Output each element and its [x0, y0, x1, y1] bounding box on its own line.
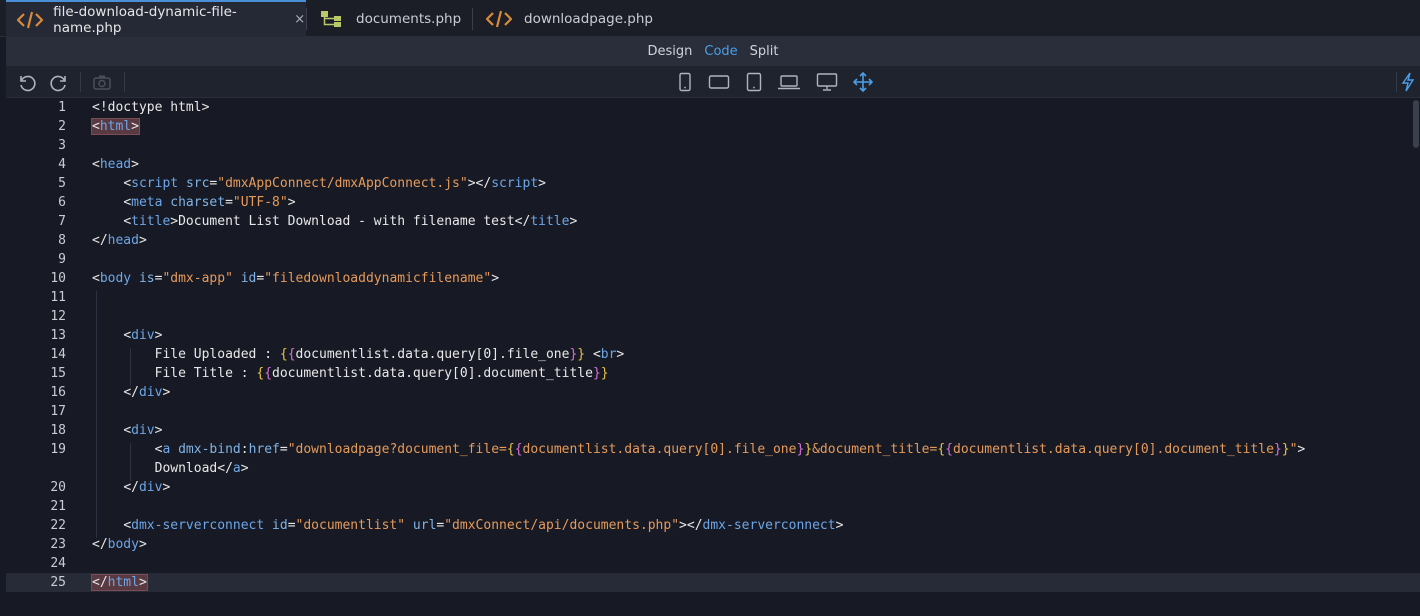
attr-value: "documentlist" — [295, 518, 406, 533]
matched-tag: <html> — [91, 118, 140, 135]
expression: documentlist.data.query[0].document_titl… — [953, 442, 1274, 457]
attr-value: &document_title= — [812, 442, 938, 457]
attr-value: "downloadpage?document_file= — [287, 442, 507, 457]
code-line: File Uploaded : {{documentlist.data.quer… — [154, 347, 625, 362]
expression: documentlist.data.query[0].file_one — [295, 347, 570, 362]
code-line: <meta charset="UTF-8"> — [123, 195, 296, 210]
code-line: <body is="dmx-app" id="filedownloaddynam… — [92, 271, 500, 286]
line-number: 20 — [50, 480, 66, 495]
tab-label: file-download-dynamic-file-name.php — [53, 3, 237, 36]
attr-value: "dmx-app" — [162, 271, 233, 286]
undo-icon[interactable] — [14, 71, 38, 93]
tablet-landscape-icon[interactable] — [707, 71, 731, 93]
line-number: 6 — [58, 195, 66, 210]
line-number: 14 — [50, 347, 66, 362]
toolbar-divider — [124, 72, 125, 92]
tab-label: documents.php — [356, 10, 462, 27]
code-line: <dmx-serverconnect id="documentlist" url… — [123, 518, 844, 533]
desktop-icon[interactable] — [815, 71, 839, 93]
code-line: <a dmx-bind:href="downloadpage?document_… — [154, 442, 1306, 457]
line-number: 15 — [50, 366, 66, 381]
line-number: 19 — [50, 442, 66, 457]
line-number: 23 — [50, 537, 66, 552]
attr-value: "UTF-8" — [232, 195, 288, 210]
phone-portrait-icon[interactable] — [673, 71, 697, 93]
line-number: 4 — [58, 157, 66, 172]
mode-split[interactable]: Split — [750, 44, 779, 59]
code-line: </div> — [123, 480, 171, 495]
code-line: <script src="dmxAppConnect/dmxAppConnect… — [123, 176, 546, 191]
scrollbar-thumb[interactable] — [1413, 100, 1419, 148]
code-line: Download</a> — [154, 461, 249, 476]
line-number: 3 — [58, 138, 66, 153]
expression: documentlist.data.query[0].document_titl… — [272, 366, 593, 381]
code-line: <head> — [92, 157, 139, 172]
move-arrows-icon[interactable] — [851, 71, 875, 93]
line-number: 11 — [50, 290, 66, 305]
line-number: 8 — [58, 233, 66, 248]
line-number: 12 — [50, 309, 66, 324]
lightning-icon[interactable] — [1400, 71, 1416, 93]
attr-value: "dmxAppConnect/dmxAppConnect.js" — [217, 176, 468, 191]
camera-icon[interactable] — [90, 71, 114, 93]
tab-divider — [306, 8, 307, 30]
line-number: 9 — [58, 252, 66, 267]
code-line: <!doctype html> — [92, 98, 209, 117]
matched-tag: </html> — [91, 574, 148, 591]
code-line: File Title : {{documentlist.data.query[0… — [154, 366, 609, 381]
text-node: File Uploaded : — [154, 347, 280, 362]
tablet-portrait-icon[interactable] — [742, 71, 766, 93]
line-number: 1 — [58, 100, 66, 115]
line-number: 5 — [58, 176, 66, 191]
attr-value: "dmxConnect/api/documents.php" — [444, 518, 680, 533]
mode-code[interactable]: Code — [704, 44, 737, 59]
line-number: 25 — [50, 575, 66, 590]
close-icon[interactable]: × — [293, 12, 306, 27]
line-number: 13 — [50, 328, 66, 343]
line-number: 16 — [50, 385, 66, 400]
doctype: <!doctype html> — [92, 100, 210, 115]
tab-downloadpage[interactable]: downloadpage.php — [478, 0, 658, 37]
code-line: </head> — [92, 233, 147, 248]
code-line: <html> — [91, 117, 140, 136]
code-icon — [16, 10, 43, 30]
tab-documents[interactable]: documents.php — [310, 0, 470, 37]
line-number: 10 — [50, 271, 66, 286]
editor-toolbar — [6, 66, 1420, 98]
link-text: Download — [154, 461, 218, 476]
tab-label: downloadpage.php — [524, 10, 653, 27]
expression: documentlist.data.query[0].file_one — [522, 442, 797, 457]
toolbar-divider — [1396, 72, 1397, 92]
code-icon — [484, 9, 514, 29]
code-line: </body> — [92, 537, 147, 552]
tab-file-download-dynamic-file-name[interactable]: file-download-dynamic-file-name.php × — [6, 0, 306, 37]
line-number: 22 — [50, 518, 66, 533]
code-editor[interactable]: 1 2 3 4 5 6 7 8 9 10 11 12 13 14 15 16 1… — [6, 98, 1420, 616]
sitemap-icon — [316, 9, 346, 29]
redo-icon[interactable] — [48, 71, 72, 93]
tab-divider — [472, 8, 473, 30]
mode-design[interactable]: Design — [648, 44, 693, 59]
tab-bar: file-download-dynamic-file-name.php × do… — [0, 0, 1420, 37]
line-number: 17 — [50, 404, 66, 419]
line-number: 7 — [58, 214, 66, 229]
vertical-scrollbar[interactable] — [1412, 98, 1420, 616]
line-number: 21 — [50, 499, 66, 514]
code-line: <div> — [123, 328, 163, 343]
toolbar-divider — [80, 72, 81, 92]
line-number: 2 — [58, 119, 66, 134]
current-line-highlight — [6, 573, 1420, 592]
laptop-icon[interactable] — [777, 71, 801, 93]
code-line: <div> — [123, 423, 163, 438]
line-number: 24 — [50, 556, 66, 571]
line-number: 18 — [50, 423, 66, 438]
code-line: </div> — [123, 385, 171, 400]
title-text: Document List Download - with filename t… — [178, 214, 515, 229]
line-number-gutter: 1 2 3 4 5 6 7 8 9 10 11 12 13 14 15 16 1… — [6, 98, 86, 616]
code-line: <title>Document List Download - with fil… — [123, 214, 578, 229]
attr-value: "filedownloaddynamicfilename" — [264, 271, 492, 286]
code-line: </html> — [91, 573, 148, 592]
text-node: File Title : — [154, 366, 257, 381]
view-mode-bar: Design Code Split — [6, 37, 1420, 66]
